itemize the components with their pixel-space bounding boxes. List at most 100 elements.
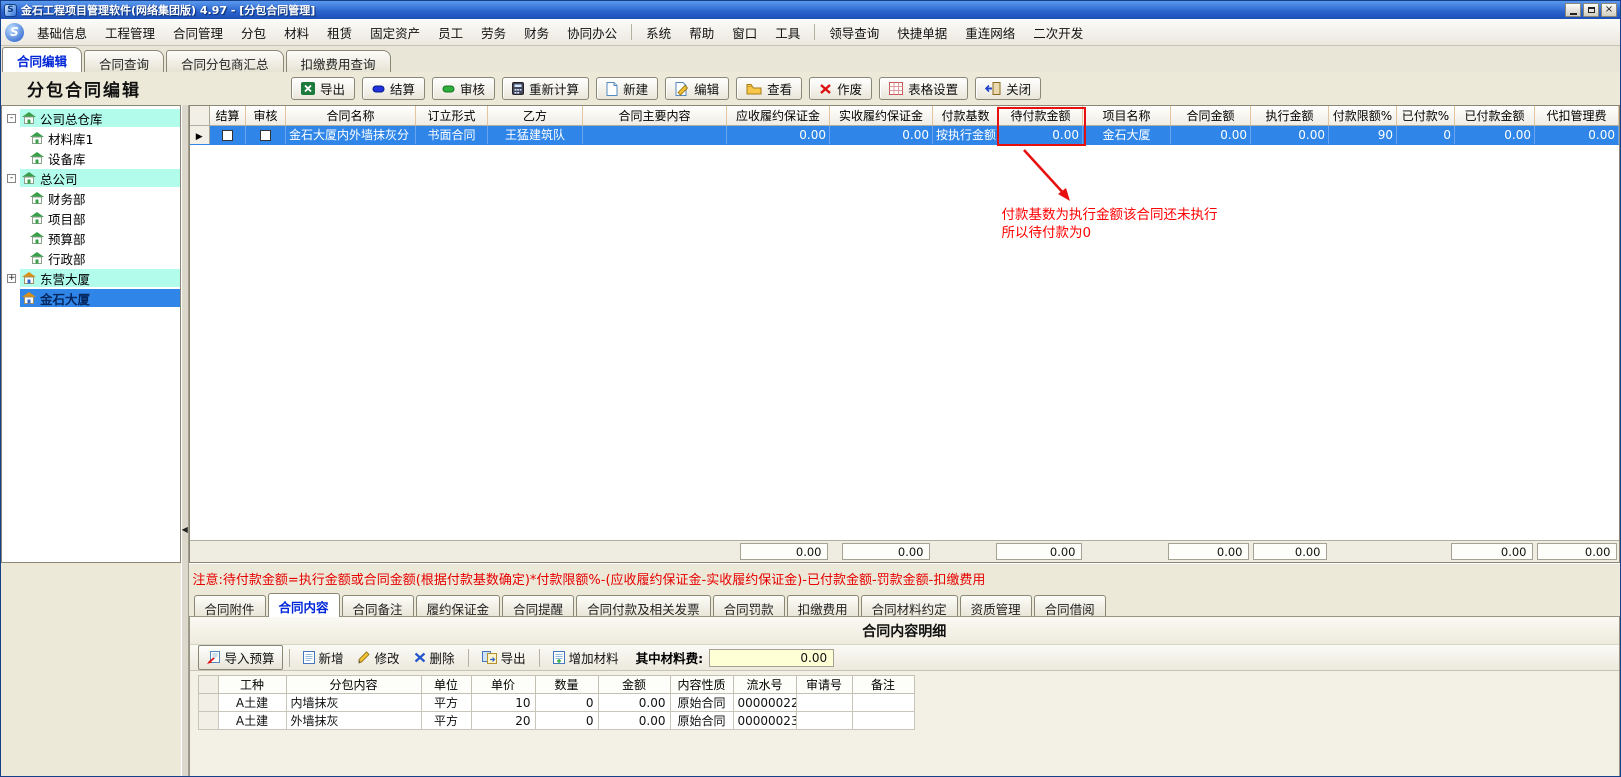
cell-subcontract-content[interactable]: 内墙抹灰 — [286, 694, 421, 712]
cell-unit-price[interactable]: 20 — [471, 712, 535, 730]
menu-item[interactable]: 固定资产 — [361, 20, 429, 45]
cell-content-nature[interactable]: 原始合同 — [670, 694, 733, 712]
cell-quantity[interactable]: 0 — [535, 694, 598, 712]
tab-contract-penalty[interactable]: 合同罚款 — [713, 595, 785, 617]
col-header[interactable]: 应收履约保证金 — [727, 106, 830, 125]
col-header[interactable]: 代扣管理费 — [1535, 106, 1619, 125]
tree-item-company-warehouse[interactable]: - 公司总仓库 — [2, 108, 180, 128]
audit-checkbox[interactable] — [260, 130, 271, 141]
menu-item[interactable]: 分包 — [232, 20, 275, 45]
menu-item[interactable]: 合同管理 — [164, 20, 232, 45]
cell-project-name[interactable]: 金石大厦 — [1083, 125, 1171, 144]
cell-request-number[interactable] — [796, 712, 852, 730]
tree-item-equipment-store[interactable]: 设备库 — [2, 148, 180, 168]
col-header[interactable]: 乙方 — [488, 106, 583, 125]
cell-paid-percent[interactable]: 0 — [1397, 125, 1455, 144]
table-settings-button[interactable]: 表格设置 — [879, 77, 968, 100]
menu-item[interactable]: 帮助 — [680, 20, 723, 45]
tab-payment-invoices[interactable]: 合同付款及相关发票 — [576, 595, 711, 617]
col-header[interactable]: 订立形式 — [416, 106, 488, 125]
splitter-collapse-icon[interactable]: ◀ — [182, 525, 188, 534]
tab-qualification[interactable]: 资质管理 — [960, 595, 1032, 617]
material-fee-field[interactable]: 0.00 — [709, 649, 834, 667]
menu-item[interactable]: 租赁 — [318, 20, 361, 45]
import-budget-button[interactable]: 导入预算 — [198, 645, 283, 670]
expand-expander-icon[interactable]: + — [7, 274, 16, 283]
tree-item-project-dept[interactable]: 项目部 — [2, 208, 180, 228]
detail-col-header[interactable]: 流水号 — [733, 676, 796, 694]
tree-item-dongying-building[interactable]: + 东营大厦 — [2, 268, 180, 288]
cell-unit[interactable]: 平方 — [421, 694, 471, 712]
tab-contract-borrowing[interactable]: 合同借阅 — [1034, 595, 1106, 617]
menu-item[interactable]: 员工 — [429, 20, 472, 45]
cell-serial-number[interactable]: 00000023 — [733, 712, 796, 730]
tree-item-admin-dept[interactable]: 行政部 — [2, 248, 180, 268]
close-button[interactable]: × — [1601, 3, 1617, 17]
cell-paid-amount[interactable]: 0.00 — [1455, 125, 1535, 144]
detail-col-header[interactable]: 内容性质 — [670, 676, 733, 694]
cell-trade[interactable]: A土建 — [218, 712, 286, 730]
col-header[interactable]: 付款基数 — [933, 106, 999, 125]
col-header[interactable]: 已付款金额 — [1455, 106, 1535, 125]
col-header[interactable]: 审核 — [246, 106, 286, 125]
tree-item-budget-dept[interactable]: 预算部 — [2, 228, 180, 248]
tab-material-agreement[interactable]: 合同材料约定 — [861, 595, 958, 617]
cell-party-b[interactable]: 王猛建筑队 — [488, 125, 583, 144]
menu-item[interactable]: 重连网络 — [956, 20, 1024, 45]
tree-splitter[interactable]: ◀ — [181, 105, 189, 777]
menu-item[interactable]: 领导查询 — [820, 20, 888, 45]
cell-pending-payment[interactable]: 0.00 — [999, 125, 1083, 144]
tab-contract-reminder[interactable]: 合同提醒 — [502, 595, 574, 617]
view-button[interactable]: 查看 — [736, 77, 802, 100]
collapse-expander-icon[interactable]: - — [7, 114, 16, 123]
cell-amount[interactable]: 0.00 — [598, 694, 670, 712]
detail-col-header[interactable]: 单价 — [471, 676, 535, 694]
audit-button[interactable]: 审核 — [432, 77, 495, 100]
cell-main-content[interactable] — [583, 125, 727, 144]
tab-contract-attachment[interactable]: 合同附件 — [194, 595, 266, 617]
col-header[interactable]: 执行金额 — [1251, 106, 1329, 125]
edit-button[interactable]: 编辑 — [665, 77, 729, 100]
detail-col-header[interactable]: 数量 — [535, 676, 598, 694]
menu-item[interactable]: 系统 — [637, 20, 680, 45]
collapse-expander-icon[interactable]: - — [7, 174, 16, 183]
tree-item-material-store[interactable]: 材料库1 — [2, 128, 180, 148]
cell-amount[interactable]: 0.00 — [598, 712, 670, 730]
menu-item[interactable]: 财务 — [515, 20, 558, 45]
detail-col-header[interactable]: 工种 — [218, 676, 286, 694]
cell-remark[interactable] — [852, 694, 914, 712]
col-header[interactable]: 合同主要内容 — [583, 106, 727, 125]
cell-request-number[interactable] — [796, 694, 852, 712]
cell-unit-price[interactable]: 10 — [471, 694, 535, 712]
cell-contract-amount[interactable]: 0.00 — [1171, 125, 1251, 144]
col-header[interactable]: 合同金额 — [1171, 106, 1251, 125]
cell-contract-name[interactable]: 金石大厦内外墙抹灰分 — [286, 125, 416, 144]
tree-item-finance-dept[interactable]: 财务部 — [2, 188, 180, 208]
minimize-button[interactable] — [1565, 3, 1581, 17]
tab-performance-deposit[interactable]: 履约保证金 — [416, 595, 501, 617]
menu-item[interactable]: 协同办公 — [558, 20, 626, 45]
col-header[interactable]: 结算 — [210, 106, 246, 125]
col-header[interactable]: 项目名称 — [1083, 106, 1171, 125]
export-button[interactable]: 导出 — [291, 77, 355, 100]
detail-row[interactable]: A土建 内墙抹灰 平方 10 0 0.00 原始合同 00000022 — [198, 694, 914, 712]
add-material-button[interactable]: 增加材料 — [546, 646, 626, 669]
detail-col-header[interactable]: 备注 — [852, 676, 914, 694]
close-page-button[interactable]: 关闭 — [975, 77, 1041, 100]
delete-row-button[interactable]: 删除 — [407, 646, 462, 669]
settle-button[interactable]: 结算 — [362, 77, 425, 100]
cell-remark[interactable] — [852, 712, 914, 730]
add-row-button[interactable]: 新增 — [296, 646, 351, 669]
col-header[interactable]: 实收履约保证金 — [830, 106, 933, 125]
cell-received-deposit[interactable]: 0.00 — [830, 125, 933, 144]
menu-item[interactable]: 二次开发 — [1024, 20, 1092, 45]
cell-receivable-deposit[interactable]: 0.00 — [727, 125, 830, 144]
new-button[interactable]: 新建 — [596, 77, 658, 100]
tab-subcontractor-summary[interactable]: 合同分包商汇总 — [166, 50, 284, 72]
col-header-pending-payment[interactable]: 待付款金额 — [999, 106, 1083, 125]
recalculate-button[interactable]: 重新计算 — [502, 77, 589, 100]
cell-content-nature[interactable]: 原始合同 — [670, 712, 733, 730]
col-header[interactable]: 合同名称 — [286, 106, 416, 125]
cell-quantity[interactable]: 0 — [535, 712, 598, 730]
tab-contract-remark[interactable]: 合同备注 — [342, 595, 414, 617]
